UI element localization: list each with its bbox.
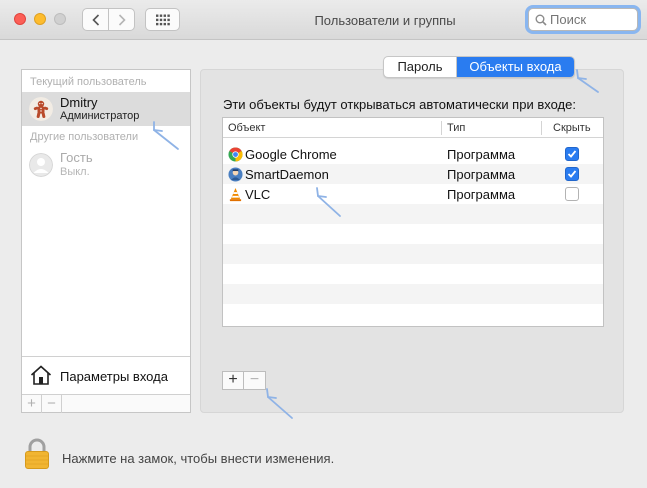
row-type: Программа — [447, 147, 516, 162]
minimize-window-button[interactable] — [34, 13, 46, 25]
column-header-object[interactable]: Объект — [228, 122, 265, 134]
remove-login-item-button[interactable]: − — [244, 372, 265, 389]
checkmark-icon — [567, 170, 577, 178]
grid-icon — [155, 14, 170, 25]
row-name: Google Chrome — [245, 147, 337, 162]
table-row-empty — [223, 304, 603, 324]
login-items-toolbar: + − — [222, 371, 266, 390]
guest-user-name: Гость — [60, 150, 93, 165]
column-header-type[interactable]: Тип — [447, 122, 465, 134]
forward-button[interactable] — [108, 8, 135, 31]
lock-message: Нажмите на замок, чтобы внести изменения… — [62, 451, 335, 466]
current-user-item[interactable]: Dmitry Администратор — [22, 92, 190, 126]
table-header: Объект Тип Скрыть — [223, 118, 603, 138]
tab-bar: Пароль Объекты входа — [383, 56, 575, 78]
column-separator — [441, 121, 442, 135]
tab-password[interactable]: Пароль — [384, 57, 457, 77]
chevron-right-icon — [118, 13, 126, 26]
login-items-table: Объект Тип Скрыть Google Chrome Программ… — [222, 117, 604, 327]
column-header-hide[interactable]: Скрыть — [553, 122, 591, 134]
row-type: Программа — [447, 187, 516, 202]
checkmark-icon — [567, 150, 577, 158]
chevron-left-icon — [91, 13, 99, 26]
row-name: VLC — [245, 187, 271, 202]
column-separator — [541, 121, 542, 135]
hide-checkbox[interactable] — [565, 187, 579, 201]
hide-checkbox[interactable] — [565, 167, 579, 181]
gingerbread-avatar-icon — [29, 97, 53, 121]
table-row[interactable]: SmartDaemon Программа — [223, 164, 603, 184]
table-row[interactable]: VLC Программа — [223, 184, 603, 204]
row-type: Программа — [447, 167, 516, 182]
close-window-button[interactable] — [14, 13, 26, 25]
search-field[interactable] — [528, 8, 638, 31]
table-row[interactable]: Google Chrome Программа — [223, 144, 603, 164]
table-row-empty — [223, 204, 603, 224]
guest-user-item[interactable]: Гость Выкл. — [22, 148, 190, 182]
vlc-icon — [229, 187, 242, 202]
hide-checkbox[interactable] — [565, 147, 579, 161]
remove-user-button[interactable]: − — [42, 395, 62, 413]
guest-user-status: Выкл. — [60, 166, 90, 178]
login-options-label: Параметры входа — [60, 369, 168, 384]
add-login-item-button[interactable]: + — [223, 372, 244, 389]
users-sidebar: Текущий пользователь Dmitry Администрато… — [21, 69, 191, 413]
sidebar-toolbar: + − — [22, 394, 190, 413]
chrome-icon — [228, 147, 243, 162]
login-options-item[interactable]: Параметры входа — [22, 356, 190, 394]
smartdaemon-icon — [228, 167, 243, 182]
table-row-empty — [223, 244, 603, 264]
house-icon — [30, 365, 52, 385]
table-row-empty — [223, 224, 603, 244]
table-row-empty — [223, 264, 603, 284]
title-bar: Пользователи и группы — [0, 0, 647, 40]
login-items-description: Эти объекты будут открываться автоматиче… — [223, 97, 576, 112]
current-user-role: Администратор — [60, 110, 140, 122]
back-button[interactable] — [82, 8, 109, 31]
other-users-header: Другие пользователи — [30, 131, 139, 143]
zoom-window-button[interactable] — [54, 13, 66, 25]
current-user-name: Dmitry — [60, 95, 98, 110]
window: Пользователи и группы Текущий пользовате… — [0, 0, 647, 488]
guest-avatar-icon — [29, 153, 53, 177]
search-input[interactable] — [550, 11, 634, 28]
table-row-empty — [223, 284, 603, 304]
current-user-header: Текущий пользователь — [30, 76, 147, 88]
tab-login-items[interactable]: Объекты входа — [457, 57, 574, 77]
show-all-button[interactable] — [145, 8, 180, 31]
search-icon — [535, 14, 547, 26]
row-name: SmartDaemon — [245, 167, 329, 182]
add-user-button[interactable]: + — [22, 395, 42, 413]
window-title: Пользователи и группы — [314, 13, 456, 28]
lock-icon[interactable] — [24, 438, 50, 470]
